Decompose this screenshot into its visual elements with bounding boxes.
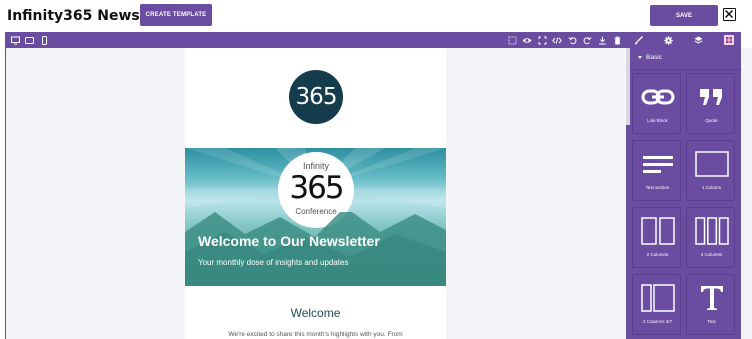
panel-scrollbar[interactable]	[741, 48, 752, 339]
eye-icon[interactable]	[522, 35, 532, 45]
one-column-icon	[687, 149, 736, 179]
block-text-section[interactable]: Text section	[632, 140, 681, 201]
save-button[interactable]: SAVE	[650, 5, 718, 26]
block-label: Text	[707, 319, 716, 324]
link-icon	[633, 82, 682, 112]
gear-icon[interactable]	[663, 35, 673, 45]
editor-toolbar	[5, 32, 741, 48]
two-columns-37-icon	[633, 283, 682, 313]
three-columns-icon	[687, 216, 736, 246]
close-icon	[725, 10, 733, 18]
email-preview[interactable]: 365 Infinity 365 Conference Welcome to O…	[185, 48, 446, 339]
text-section-icon	[633, 149, 682, 179]
caret-down-icon	[638, 56, 642, 59]
block-label: Quote	[705, 118, 718, 123]
mobile-icon[interactable]	[39, 35, 49, 45]
block-two-columns[interactable]: 2 Columns	[632, 207, 681, 268]
block-label: Link Block	[647, 118, 668, 123]
block-text[interactable]: Text	[686, 274, 735, 335]
quote-icon	[687, 82, 736, 112]
blocks-icon[interactable]	[724, 35, 734, 45]
block-three-columns[interactable]: 3 Columns	[686, 207, 735, 268]
close-button[interactable]	[723, 8, 736, 21]
code-icon[interactable]	[552, 35, 562, 45]
block-one-column[interactable]: 1 Column	[686, 140, 735, 201]
undo-icon[interactable]	[567, 35, 577, 45]
welcome-text: We're excited to share this month's high…	[228, 331, 403, 338]
blocks-panel: Basic Link Block Quote Text section 1 Co…	[630, 48, 741, 339]
block-quote[interactable]: Quote	[686, 73, 735, 134]
text-icon	[687, 283, 736, 313]
welcome-heading: Welcome	[290, 306, 341, 320]
block-label: 1 Column	[701, 185, 722, 190]
block-label: 3 Columns	[700, 252, 723, 257]
layers-icon[interactable]	[693, 35, 703, 45]
hero-banner[interactable]: Infinity 365 Conference Welcome to Our N…	[185, 148, 446, 286]
create-template-button[interactable]: CREATE TEMPLATE	[140, 4, 212, 26]
hero-title: Welcome to Our Newsletter	[198, 233, 380, 249]
two-columns-icon	[633, 216, 682, 246]
block-link[interactable]: Link Block	[632, 73, 681, 134]
block-label: 2 Columns 3/7	[642, 319, 672, 324]
redo-icon[interactable]	[582, 35, 592, 45]
square-outline-icon[interactable]	[507, 35, 517, 45]
brand-logo: 365	[289, 70, 343, 124]
badge-number: 365	[289, 170, 344, 206]
hero-subtitle: Your monthly dose of insights and update…	[198, 258, 349, 267]
category-label: Basic	[646, 54, 662, 61]
top-bar: Infinity365 Newsletter CREATE TEMPLATE S…	[0, 0, 752, 32]
fullscreen-icon[interactable]	[537, 35, 547, 45]
trash-icon[interactable]	[612, 35, 622, 45]
tablet-icon[interactable]	[24, 35, 34, 45]
block-label: 2 Columns	[646, 252, 669, 257]
category-basic-header[interactable]: Basic	[630, 48, 741, 70]
mountains-overlay	[185, 212, 446, 286]
desktop-icon[interactable]	[10, 35, 20, 45]
block-two-columns-37[interactable]: 2 Columns 3/7	[632, 274, 681, 335]
block-label: Text section	[645, 185, 670, 190]
download-icon[interactable]	[597, 35, 607, 45]
brush-icon[interactable]	[633, 35, 643, 45]
